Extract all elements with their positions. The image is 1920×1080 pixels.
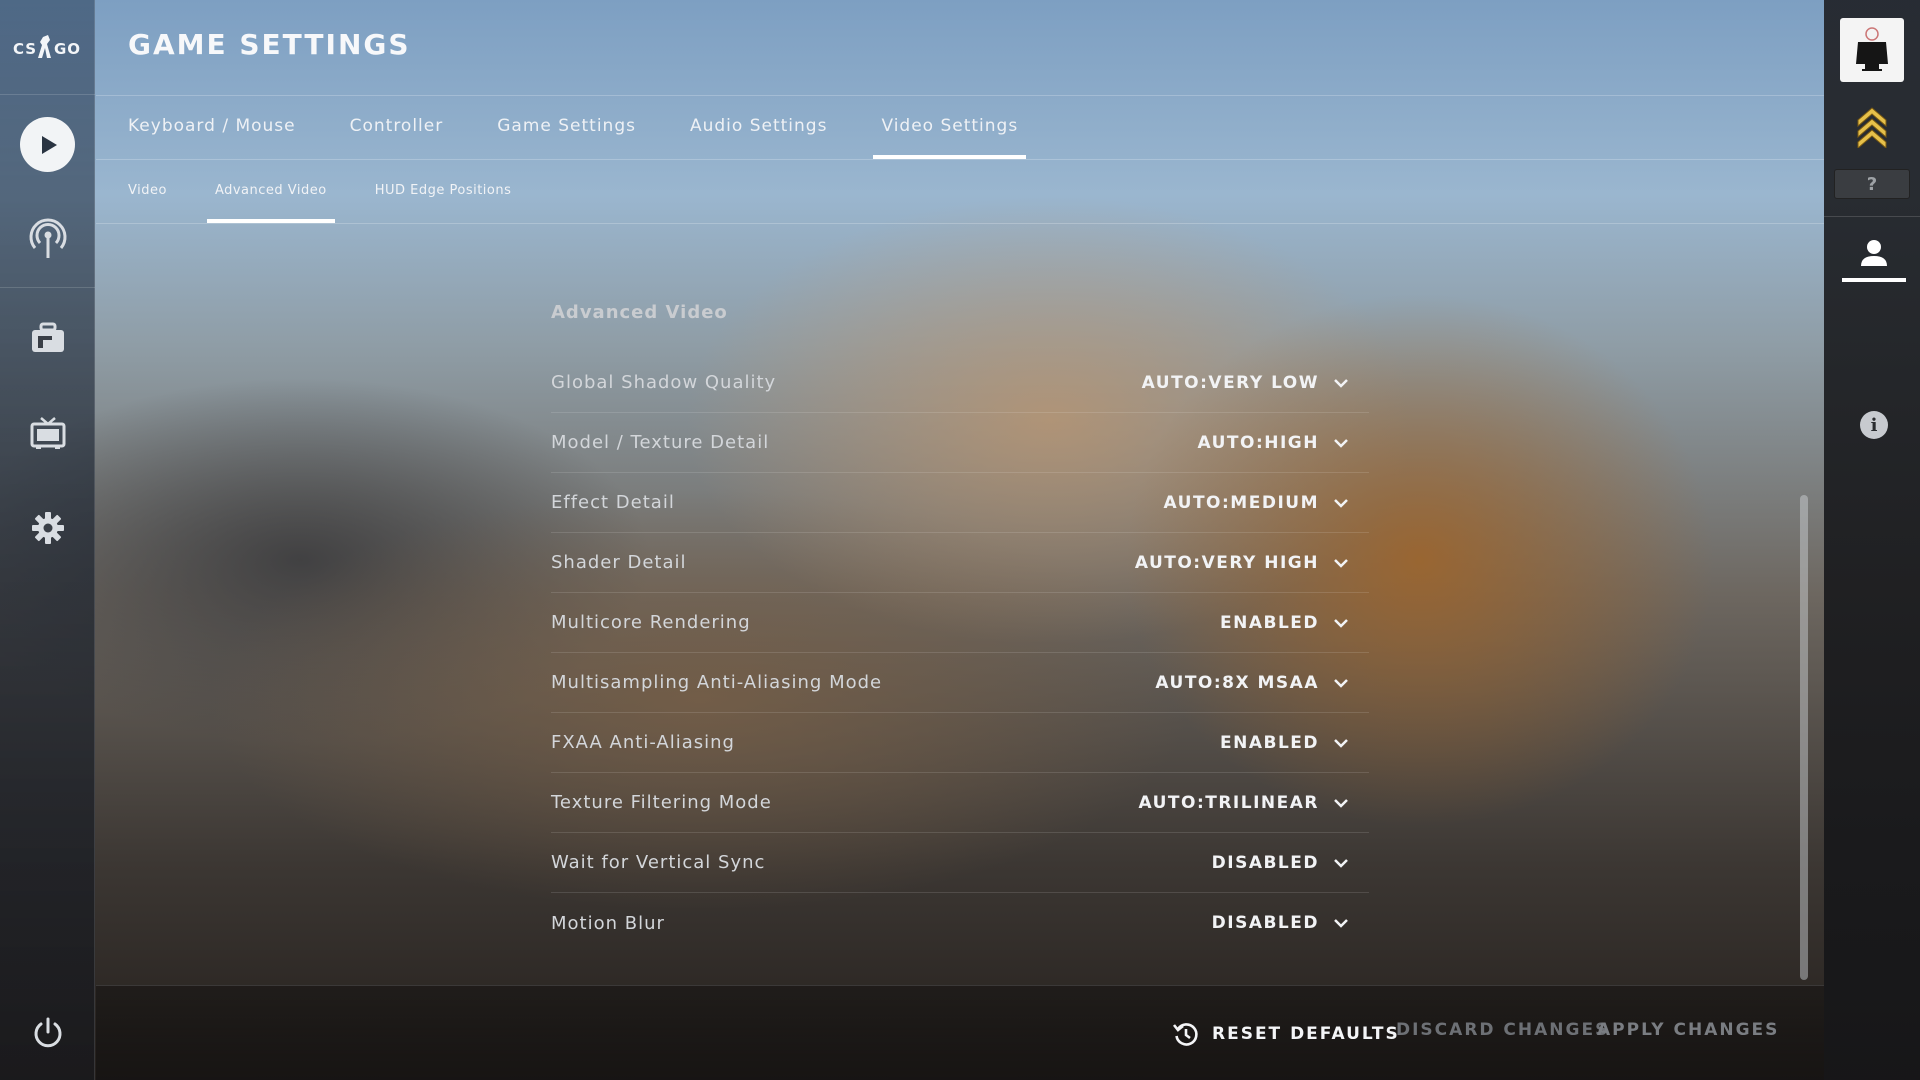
nav-play-button[interactable] (0, 97, 95, 192)
csgo-logo-mark: CS GO (13, 35, 81, 58)
broadcast-icon (29, 218, 66, 258)
setting-value: DISABLED (1211, 913, 1319, 933)
setting-value: AUTO:8X MSAA (1155, 672, 1319, 693)
reset-defaults-label: RESET DEFAULTS (1212, 1024, 1400, 1044)
setting-row-fxaa: FXAA Anti-Aliasing ENABLED (551, 713, 1369, 773)
tab-controller[interactable]: Controller (342, 104, 452, 159)
right-sidebar: ? i (1824, 0, 1920, 1080)
setting-label: Effect Detail (551, 492, 675, 513)
nav-inventory-button[interactable] (0, 290, 95, 385)
profile-button[interactable] (1842, 228, 1906, 282)
setting-label: Model / Texture Detail (551, 432, 770, 453)
avatar[interactable] (1840, 18, 1904, 82)
discard-changes-button[interactable]: DISCARD CHANGES (1396, 1020, 1609, 1040)
setting-value: DISABLED (1211, 852, 1319, 873)
chevron-down-icon (1334, 558, 1348, 568)
play-icon (20, 117, 75, 172)
setting-dropdown[interactable]: AUTO:HIGH (1197, 433, 1369, 453)
chevron-down-icon (1334, 498, 1348, 508)
info-icon[interactable]: i (1860, 411, 1888, 439)
avatar-image (1856, 27, 1888, 71)
setting-dropdown[interactable]: AUTO:VERY LOW (1142, 373, 1369, 393)
setting-row-model-texture-detail: Model / Texture Detail AUTO:HIGH (551, 413, 1369, 473)
section-title: Advanced Video (551, 302, 728, 323)
setting-row-global-shadow-quality: Global Shadow Quality AUTO:VERY LOW (551, 353, 1369, 413)
chevron-down-icon (1334, 798, 1348, 808)
setting-dropdown[interactable]: ENABLED (1220, 733, 1369, 753)
header-divider (96, 95, 1824, 96)
power-icon (34, 1017, 61, 1047)
setting-value: AUTO:VERY LOW (1141, 372, 1319, 393)
subtab-video[interactable]: Video (120, 168, 175, 223)
setting-value: ENABLED (1219, 612, 1319, 633)
chevron-down-icon (1334, 738, 1348, 748)
tab-keyboard-mouse[interactable]: Keyboard / Mouse (120, 104, 304, 159)
right-sidebar-divider (1824, 216, 1920, 217)
setting-label: FXAA Anti-Aliasing (551, 732, 735, 753)
setting-value: AUTO:VERY HIGH (1134, 552, 1319, 573)
chevron-down-icon (1334, 919, 1348, 928)
apply-changes-button[interactable]: APPLY CHANGES (1597, 1020, 1779, 1040)
user-icon (1861, 240, 1887, 266)
setting-row-msaa-mode: Multisampling Anti-Aliasing Mode AUTO:8X… (551, 653, 1369, 713)
setting-label: Multisampling Anti-Aliasing Mode (551, 672, 883, 693)
setting-value: AUTO:MEDIUM (1163, 492, 1319, 513)
csgo-logo[interactable]: CS GO (0, 0, 95, 95)
briefcase-icon (31, 322, 64, 352)
setting-row-texture-filtering: Texture Filtering Mode AUTO:TRILINEAR (551, 773, 1369, 833)
competitive-rank-badge[interactable]: ? (1834, 169, 1910, 199)
subtabs-divider (96, 223, 1824, 224)
setting-dropdown[interactable]: DISABLED (1212, 913, 1369, 933)
setting-label: Texture Filtering Mode (551, 792, 772, 813)
settings-list: Global Shadow Quality AUTO:VERY LOW Mode… (551, 353, 1369, 953)
nav-divider (0, 287, 95, 288)
setting-dropdown[interactable]: AUTO:TRILINEAR (1138, 793, 1369, 813)
tab-game-settings[interactable]: Game Settings (489, 104, 644, 159)
setting-dropdown[interactable]: AUTO:VERY HIGH (1135, 553, 1369, 573)
video-subtabs: Video Advanced Video HUD Edge Positions (128, 168, 551, 223)
svg-text:CS: CS (13, 40, 37, 58)
chevron-down-icon (1334, 618, 1348, 628)
setting-dropdown[interactable]: AUTO:MEDIUM (1164, 493, 1369, 513)
page-title: GAME SETTINGS (128, 28, 411, 61)
gear-icon (31, 511, 64, 544)
setting-row-motion-blur: Motion Blur DISABLED (551, 893, 1369, 953)
setting-row-effect-detail: Effect Detail AUTO:MEDIUM (551, 473, 1369, 533)
setting-dropdown[interactable]: AUTO:8X MSAA (1155, 673, 1369, 693)
reset-defaults-button[interactable]: RESET DEFAULTS (1172, 1020, 1400, 1048)
setting-label: Wait for Vertical Sync (551, 852, 766, 873)
setting-label: Motion Blur (551, 912, 665, 934)
setting-row-shader-detail: Shader Detail AUTO:VERY HIGH (551, 533, 1369, 593)
tabs-divider (96, 159, 1824, 160)
nav-settings-button[interactable] (0, 480, 95, 575)
settings-tabs: Keyboard / Mouse Controller Game Setting… (128, 104, 1064, 159)
tab-audio-settings[interactable]: Audio Settings (682, 104, 835, 159)
nav-watch-button[interactable] (0, 192, 95, 287)
history-reset-icon (1172, 1023, 1198, 1046)
subtab-advanced-video[interactable]: Advanced Video (206, 168, 335, 223)
nav-power-button[interactable] (0, 985, 95, 1080)
chevron-down-icon (1334, 438, 1348, 448)
setting-value: AUTO:TRILINEAR (1138, 792, 1319, 813)
svg-text:GO: GO (54, 40, 81, 58)
setting-dropdown[interactable]: DISABLED (1212, 853, 1369, 873)
chevron-down-icon (1334, 378, 1348, 388)
nav-tv-button[interactable] (0, 385, 95, 480)
setting-row-multicore-rendering: Multicore Rendering ENABLED (551, 593, 1369, 653)
chevron-down-icon (1334, 858, 1348, 868)
tab-video-settings[interactable]: Video Settings (873, 104, 1026, 159)
setting-value: AUTO:HIGH (1197, 432, 1319, 453)
setting-value: ENABLED (1219, 732, 1319, 753)
tv-icon (30, 416, 65, 449)
settings-scrollbar[interactable] (1800, 495, 1808, 980)
subtab-hud-edge-positions[interactable]: HUD Edge Positions (367, 168, 520, 223)
setting-label: Shader Detail (551, 552, 687, 573)
setting-dropdown[interactable]: ENABLED (1220, 613, 1369, 633)
setting-row-vertical-sync: Wait for Vertical Sync DISABLED (551, 833, 1369, 893)
setting-label: Global Shadow Quality (551, 372, 777, 393)
setting-label: Multicore Rendering (551, 612, 751, 633)
left-sidebar: CS GO (0, 0, 95, 1080)
rank-chevron-icon[interactable] (1854, 104, 1890, 152)
chevron-down-icon (1334, 678, 1348, 688)
